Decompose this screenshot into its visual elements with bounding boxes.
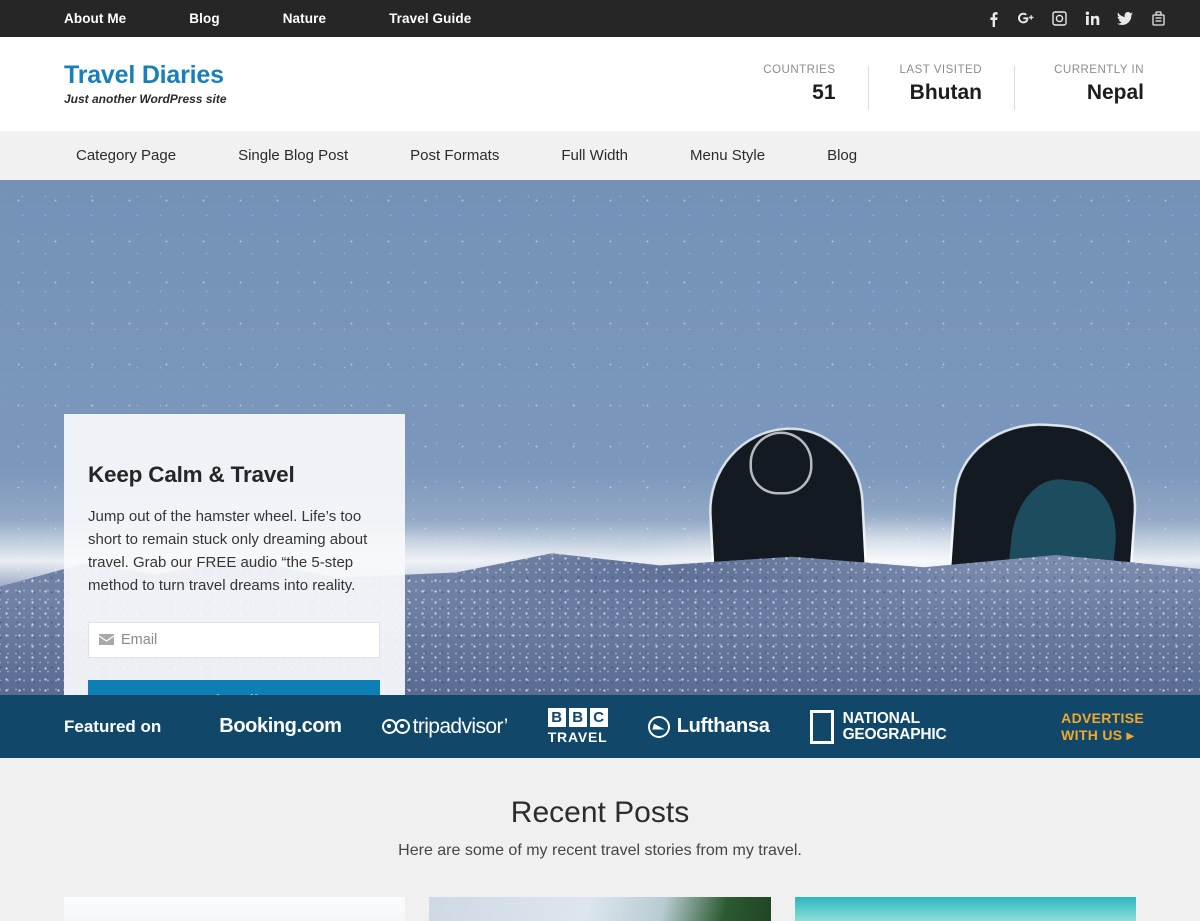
booking-com-logo-text: Booking.com [219,715,342,737]
recent-posts-subtitle: Here are some of my recent travel storie… [398,842,802,859]
post-card-2[interactable] [429,897,771,921]
main-nav-item-category-page[interactable]: Category Page [76,147,176,164]
tripadvisor-logo-text: tripadvisor’ [412,714,509,738]
linkedin-icon[interactable] [1084,11,1100,27]
stat-last-visited-label: LAST VISITED [899,63,982,76]
top-bar: About Me Blog Nature Travel Guide [0,0,1200,37]
subscribe-card: Keep Calm & Travel Jump out of the hamst… [64,414,405,695]
email-input[interactable] [121,631,369,648]
facebook-icon[interactable] [985,11,1001,27]
brand-national-geographic[interactable]: NATIONAL GEOGRAPHIC [809,709,947,744]
lufthansa-logo-text: Lufthansa [676,715,770,737]
subscribe-description: Jump out of the hamster wheel. Life’s to… [88,508,368,594]
stat-countries: COUNTRIES 51 [731,64,867,105]
top-nav-item-blog[interactable]: Blog [175,11,233,26]
post-card-1[interactable] [64,897,406,921]
bbc-letter-1: B [547,708,566,727]
site-logo[interactable]: Travel Diaries Just another WordPress si… [64,61,227,106]
advertise-line-2: WITH US ▸ [1061,726,1134,743]
main-nav-item-blog[interactable]: Blog [827,147,857,164]
natgeo-line-2: GEOGRAPHIC [842,725,947,743]
stat-countries-label: COUNTRIES [763,63,836,76]
bbc-letter-2: B [568,708,587,727]
brand-bbc-travel[interactable]: B B C TRAVEL [547,708,608,745]
brand-tripadvisor[interactable]: tripadvisor’ [381,714,509,739]
header-stats: COUNTRIES 51 LAST VISITED Bhutan CURRENT… [731,63,1144,110]
bbc-travel-logo: B B C TRAVEL [547,708,608,745]
bbc-letter-3: C [589,708,608,727]
featured-on-bar: Featured on Booking.com tripadvisor’ B B… [0,695,1200,758]
main-nav: Category Page Single Blog Post Post Form… [0,131,1200,180]
tripadvisor-owl-icon [381,719,410,734]
page-root: About Me Blog Nature Travel Guide Travel… [0,0,1200,921]
hiker-left-head [752,434,810,492]
top-nav-item-travel-guide[interactable]: Travel Guide [375,11,485,26]
recent-posts-cards [0,897,1200,921]
youtube-icon[interactable] [1150,11,1166,27]
hero-section: Keep Calm & Travel Jump out of the hamst… [0,180,1200,695]
advertise-with-us-link[interactable]: ADVERTISE WITH US ▸ [1061,710,1144,744]
main-nav-item-menu-style[interactable]: Menu Style [690,147,765,164]
brand-lufthansa[interactable]: Lufthansa [647,715,770,738]
subscribe-button[interactable]: Subscribe [88,679,380,695]
recent-posts-title: Recent Posts [510,796,690,829]
top-nav-item-about-me[interactable]: About Me [50,11,140,26]
post-card-3[interactable] [794,897,1136,921]
email-field-wrapper[interactable] [88,621,380,658]
natgeo-logo-text: NATIONAL GEOGRAPHIC [842,709,947,743]
stat-currently-in-value: Nepal [1086,80,1144,104]
subscribe-title: Keep Calm & Travel [88,462,295,487]
featured-on-label: Featured on [64,716,162,736]
main-nav-item-single-blog-post[interactable]: Single Blog Post [238,147,348,164]
instagram-icon[interactable] [1051,11,1067,27]
natgeo-rectangle-icon [809,709,834,744]
stat-last-visited: LAST VISITED Bhutan [867,63,1014,110]
twitter-icon[interactable] [1117,11,1133,27]
site-header: Travel Diaries Just another WordPress si… [0,37,1200,131]
advertise-line-1: ADVERTISE [1061,709,1144,726]
main-nav-item-full-width[interactable]: Full Width [561,147,628,164]
stat-currently-in: CURRENTLY IN Nepal [1014,63,1144,110]
stat-currently-in-label: CURRENTLY IN [1054,63,1144,76]
social-links [985,11,1176,27]
logo-title: Travel Diaries [64,61,224,90]
bbc-letters: B B C [547,708,608,727]
stat-last-visited-value: Bhutan [909,80,982,104]
envelope-icon [99,634,114,646]
stat-countries-value: 51 [812,80,836,104]
natgeo-line-1: NATIONAL [842,709,921,727]
top-nav-item-nature[interactable]: Nature [269,11,340,26]
logo-tagline: Just another WordPress site [64,91,227,106]
bbc-travel-word: TRAVEL [547,729,608,745]
google-plus-icon[interactable] [1018,11,1034,27]
main-nav-item-post-formats[interactable]: Post Formats [410,147,499,164]
brand-booking-com[interactable]: Booking.com [219,715,342,738]
lufthansa-crane-icon [647,715,670,738]
top-nav: About Me Blog Nature Travel Guide [50,11,485,26]
